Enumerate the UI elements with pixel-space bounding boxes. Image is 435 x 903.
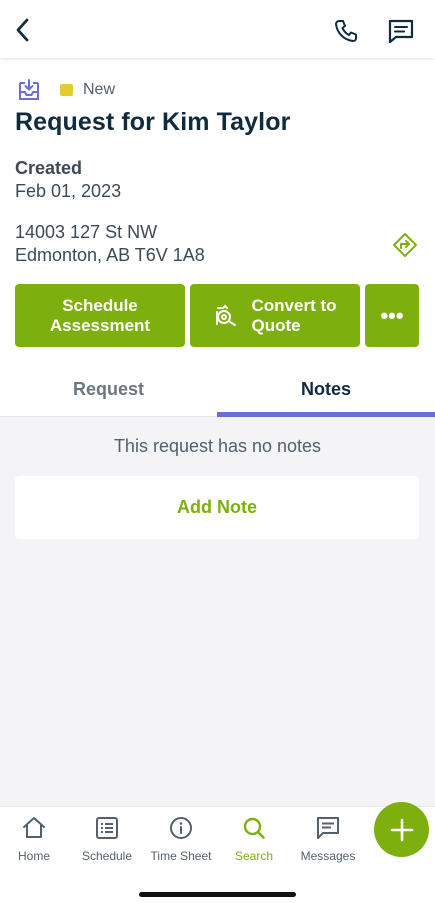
convert-button-line2: Quote [251,315,301,335]
plus-icon [390,818,413,841]
directions-icon[interactable] [392,232,418,258]
request-header: New Request for Kim Taylor Created Feb 0… [0,58,435,417]
address-line-2[interactable]: Edmonton, AB T6V 1A8 [15,245,205,266]
add-note-button[interactable]: Add Note [15,476,419,539]
tab-request[interactable]: Request [0,362,217,417]
chevron-left-icon [16,18,29,42]
empty-notes-message: This request has no notes [113,436,322,456]
schedule-button-line1: Schedule [62,295,138,315]
schedule-icon [96,817,118,839]
top-bar [0,0,435,58]
convert-to-quote-button[interactable]: Convert to Quote [190,284,360,347]
home-indicator [139,892,296,897]
status-row: New [16,77,115,103]
status-dot [60,84,73,96]
inbox-download-icon [19,79,39,100]
status-badge: New [83,81,116,98]
nav-time-sheet-label: Time Sheet [150,849,212,863]
nav-search-label: Search [234,849,274,863]
message-icon[interactable] [386,17,416,45]
nav-messages[interactable]: Messages [291,815,365,865]
created-date: Feb 01, 2023 [15,181,122,201]
schedule-button-line2: Assessment [49,315,151,335]
nav-home-label: Home [17,849,50,863]
back-button[interactable] [10,16,38,44]
tab-notes[interactable]: Notes [217,362,435,417]
bottom-navigation: Home Schedule Time Sheet Search Messages [0,802,435,903]
home-icon [23,817,45,838]
quote-icon [215,304,236,326]
clock-icon [170,817,192,839]
nav-home[interactable]: Home [0,815,71,865]
messages-icon [317,817,339,839]
search-icon [243,817,265,839]
add-fab-button[interactable] [374,802,429,857]
nav-messages-label: Messages [300,849,356,863]
nav-schedule-label: Schedule [81,849,133,863]
created-label: Created [15,158,83,178]
more-actions-button[interactable]: ••• [365,284,419,347]
address-line-1[interactable]: 14003 127 St NW [15,222,157,243]
notes-panel: This request has no notes Add Note [0,417,435,806]
tab-bar: Request Notes [0,362,435,417]
nav-search[interactable]: Search [217,815,291,865]
convert-button-line1: Convert to [251,295,337,315]
nav-time-sheet[interactable]: Time Sheet [144,815,218,865]
page-title: Request for Kim Taylor [15,108,291,136]
nav-schedule[interactable]: Schedule [70,815,144,865]
schedule-assessment-button[interactable]: Schedule Assessment [15,284,185,347]
phone-icon[interactable] [332,17,360,45]
